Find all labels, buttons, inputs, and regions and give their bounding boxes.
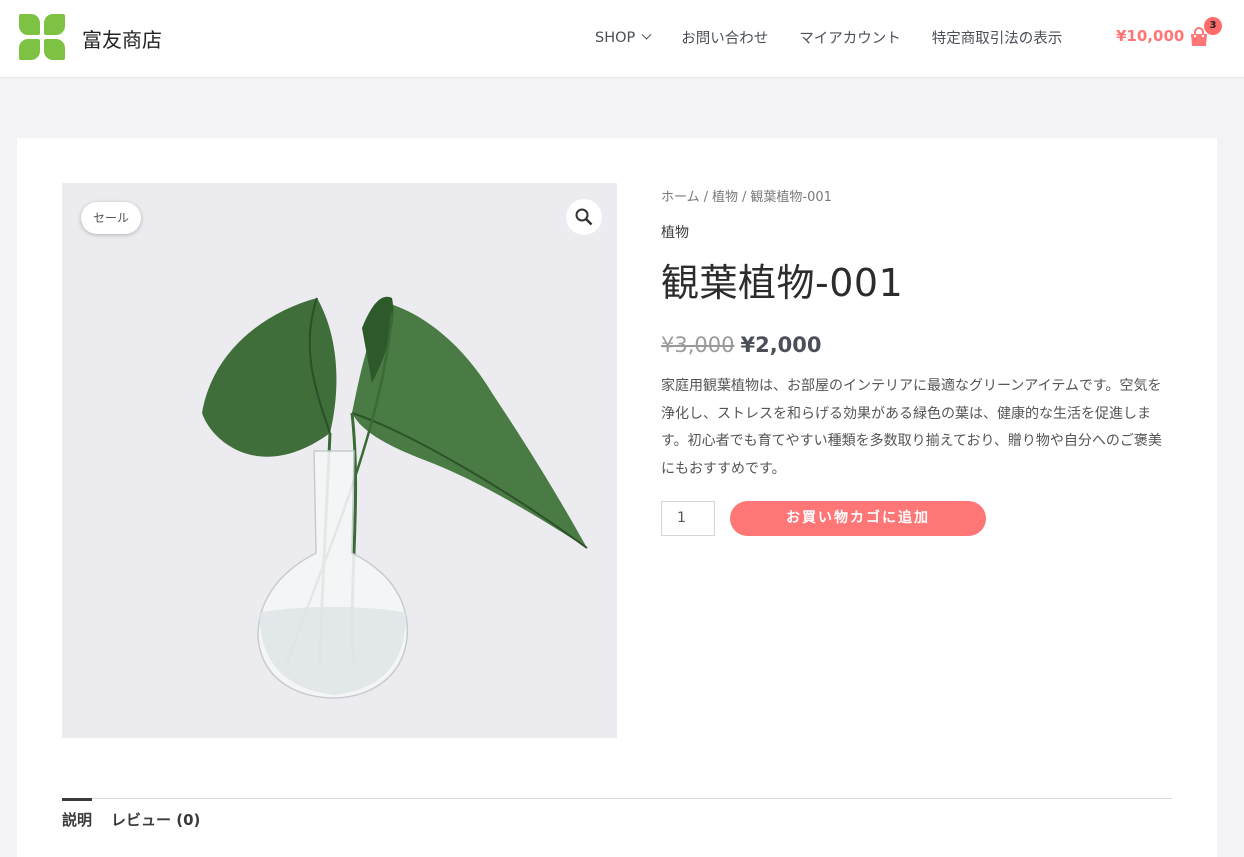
- tab-reviews[interactable]: レビュー (0): [111, 809, 200, 830]
- breadcrumb-home[interactable]: ホーム: [661, 190, 700, 205]
- product-price: ¥3,000 ¥2,000: [661, 333, 1173, 357]
- nav-item-my-account[interactable]: マイアカウント: [799, 27, 901, 48]
- site-logo[interactable]: [19, 14, 66, 60]
- nav-item-label: SHOP: [595, 29, 636, 46]
- nav-item-shop[interactable]: SHOP: [595, 27, 652, 48]
- product-tabs: 説明 レビュー (0): [62, 798, 1172, 857]
- tab-description[interactable]: 説明: [62, 798, 93, 830]
- breadcrumb-category[interactable]: 植物: [712, 190, 738, 205]
- nav-item-contact[interactable]: お問い合わせ: [681, 27, 768, 48]
- site-title[interactable]: 富友商店: [82, 24, 162, 53]
- add-to-cart-button[interactable]: お買い物カゴに追加: [730, 501, 986, 536]
- breadcrumb-separator: /: [703, 190, 709, 205]
- sale-badge: セール: [81, 202, 141, 234]
- product-description: 家庭用観葉植物は、お部屋のインテリアに最適なグリーンアイテムです。空気を浄化し、…: [661, 378, 1162, 477]
- cart-total[interactable]: ¥10,000: [1116, 27, 1184, 45]
- breadcrumb: ホーム / 植物 / 観葉植物-001: [661, 186, 1173, 205]
- nav-item-legal[interactable]: 特定商取引法の表示: [932, 27, 1063, 48]
- search-icon: [575, 208, 593, 226]
- price-sale: ¥2,000: [740, 333, 822, 357]
- product-image[interactable]: セール: [62, 183, 617, 738]
- quantity-input[interactable]: 1: [661, 501, 715, 536]
- price-original: ¥3,000: [661, 333, 735, 357]
- main-nav: SHOP お問い合わせ マイアカウント 特定商取引法の表示: [595, 27, 1093, 48]
- breadcrumb-separator: /: [742, 190, 747, 205]
- product-card: セール ホーム / 植物 / 観葉植物-001 植物 観葉植物-001 ¥3,000 ¥2…: [17, 138, 1217, 857]
- cart-count-badge: 3: [1204, 17, 1222, 35]
- nav-item-label: 特定商取引法の表示: [931, 31, 1063, 47]
- product-title: 観葉植物-001: [661, 261, 904, 305]
- chevron-down-icon: [641, 29, 652, 40]
- product-summary: ホーム / 植物 / 観葉植物-001 植物 観葉植物-001 ¥3,000 ¥2,000…: [661, 183, 1173, 536]
- plant-vase-image: [202, 296, 588, 699]
- zoom-button[interactable]: [566, 199, 602, 235]
- site-header: 富友商店 SHOP お問い合わせ マイアカウント 特定商取引法の表示 ¥10,0…: [0, 0, 1244, 78]
- add-to-cart-form: 1 お買い物カゴに追加: [661, 501, 1173, 536]
- breadcrumb-current: 観葉植物-001: [750, 190, 832, 205]
- product-category[interactable]: 植物: [661, 222, 1173, 242]
- nav-item-label: お問い合わせ: [681, 31, 769, 47]
- nav-item-label: マイアカウント: [799, 31, 901, 47]
